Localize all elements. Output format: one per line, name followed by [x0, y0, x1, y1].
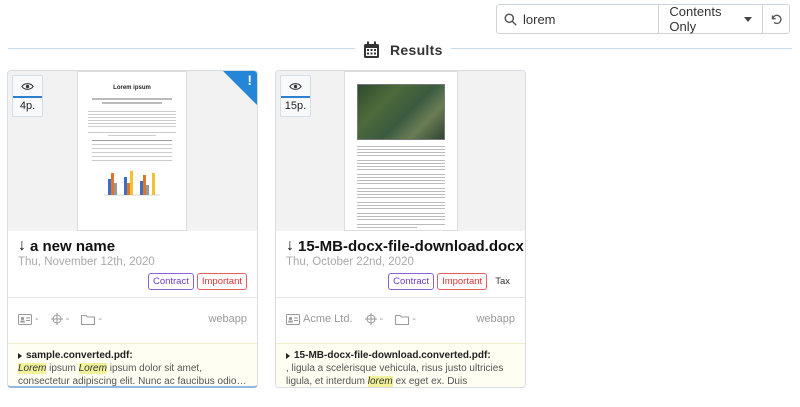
storage-path[interactable]: -: [364, 313, 384, 325]
document-source: webapp: [476, 313, 515, 325]
document-title-text: 15-MB-docx-file-download.docx: [298, 237, 524, 255]
folder[interactable]: -: [395, 313, 416, 325]
correspondent[interactable]: Acme Ltd.: [286, 313, 353, 325]
folder-value: -: [412, 313, 416, 325]
preview-doc-title: Lorem ipsum: [113, 85, 151, 91]
crosshair-icon: [364, 313, 377, 325]
page-count: 15p.: [284, 100, 307, 112]
arrow-down-icon: ↓: [18, 237, 26, 254]
preview-chart: [104, 171, 160, 196]
correspondent-value: -: [35, 313, 39, 325]
storage-value: -: [379, 313, 384, 325]
tag-contract[interactable]: Contract: [388, 273, 435, 290]
snippet-filename: 15-MB-docx-file-download.converted.pdf:: [294, 350, 491, 361]
document-title[interactable]: ↓ a new name: [18, 237, 115, 255]
document-meta: - - - webapp: [18, 313, 247, 325]
preview-map-image: [357, 84, 445, 140]
search-mode-select[interactable]: Contents Only: [659, 4, 764, 34]
document-date: Thu, October 22nd, 2020: [286, 256, 414, 268]
document-thumbnail[interactable]: Lorem ipsum 4p. !: [8, 71, 257, 231]
card-divider: [8, 297, 257, 298]
caret-right-icon: [286, 352, 290, 359]
snippet-filename: sample.converted.pdf:: [26, 350, 133, 361]
search-snippet[interactable]: sample.converted.pdf: Lorem ipsum Lorem …: [8, 343, 257, 386]
snippet-highlight: Lorem: [18, 363, 47, 374]
folder-icon: [395, 314, 410, 325]
document-title[interactable]: ↓ 15-MB-docx-file-download.docx: [286, 237, 524, 255]
tag-contract[interactable]: Contract: [147, 273, 194, 290]
correspondent[interactable]: -: [18, 313, 39, 325]
storage-value: -: [65, 313, 70, 325]
calendar-icon: [364, 41, 379, 58]
exclamation-icon: !: [247, 72, 252, 88]
correspondent-value: Acme Ltd.: [303, 313, 353, 325]
preview-toggle[interactable]: 15p.: [280, 75, 311, 117]
snippet-highlight: lorem: [367, 376, 393, 387]
contact-card-icon: [18, 313, 32, 325]
document-thumbnail[interactable]: 15p.: [276, 71, 525, 231]
snippet-text: , ligula a scelerisque vehicula, risus j…: [286, 362, 515, 387]
document-source: webapp: [208, 313, 247, 325]
arrow-down-icon: ↓: [286, 237, 294, 254]
folder-icon: [81, 314, 96, 325]
folder-value: -: [98, 313, 103, 325]
document-date: Thu, November 12th, 2020: [18, 256, 155, 268]
search-mode-label: Contents Only: [669, 4, 722, 34]
document-card[interactable]: 15p. ↓ 15-MB-docx-file-download.docx Thu…: [275, 70, 526, 388]
page-preview: Lorem ipsum: [77, 71, 187, 231]
reset-search-button[interactable]: [763, 5, 789, 33]
tag-list: Contract Important Tax: [388, 273, 515, 290]
contact-card-icon: [286, 313, 300, 325]
search-snippet[interactable]: 15-MB-docx-file-download.converted.pdf: …: [276, 343, 525, 387]
snippet-text: Lorem ipsum Lorem ipsum dolor sit amet, …: [18, 362, 247, 386]
folder[interactable]: -: [81, 313, 102, 325]
storage-path[interactable]: -: [50, 313, 70, 325]
document-title-text: a new name: [30, 237, 116, 255]
page-count: 4p.: [19, 100, 36, 112]
tag-important[interactable]: Important: [196, 273, 247, 290]
search-field[interactable]: [497, 5, 660, 33]
snippet-text-part: ipsum: [46, 363, 79, 374]
search-icon: [497, 12, 523, 26]
chevron-down-icon: [744, 16, 753, 22]
search-input[interactable]: [523, 11, 653, 27]
undo-icon: [771, 14, 782, 24]
page-preview: [344, 71, 458, 231]
document-meta: Acme Ltd. - - webapp: [286, 313, 515, 325]
card-divider: [276, 297, 525, 298]
snippet-highlight: Lorem: [78, 363, 107, 374]
results-title: Results: [390, 42, 443, 58]
preview-toggle[interactable]: 4p.: [12, 75, 43, 117]
results-heading: Results: [355, 38, 451, 62]
crosshair-icon: [50, 313, 63, 325]
tag-important[interactable]: Important: [437, 273, 488, 290]
search-bar: Contents Only: [496, 4, 790, 34]
tag-tax[interactable]: Tax: [490, 273, 515, 290]
tag-list: Contract Important: [147, 273, 247, 290]
caret-right-icon: [18, 352, 22, 359]
document-card[interactable]: Lorem ipsum 4p. ! ↓ a new name Thu, Nove…: [7, 70, 258, 388]
eye-icon: [13, 76, 42, 98]
eye-icon: [281, 76, 310, 98]
